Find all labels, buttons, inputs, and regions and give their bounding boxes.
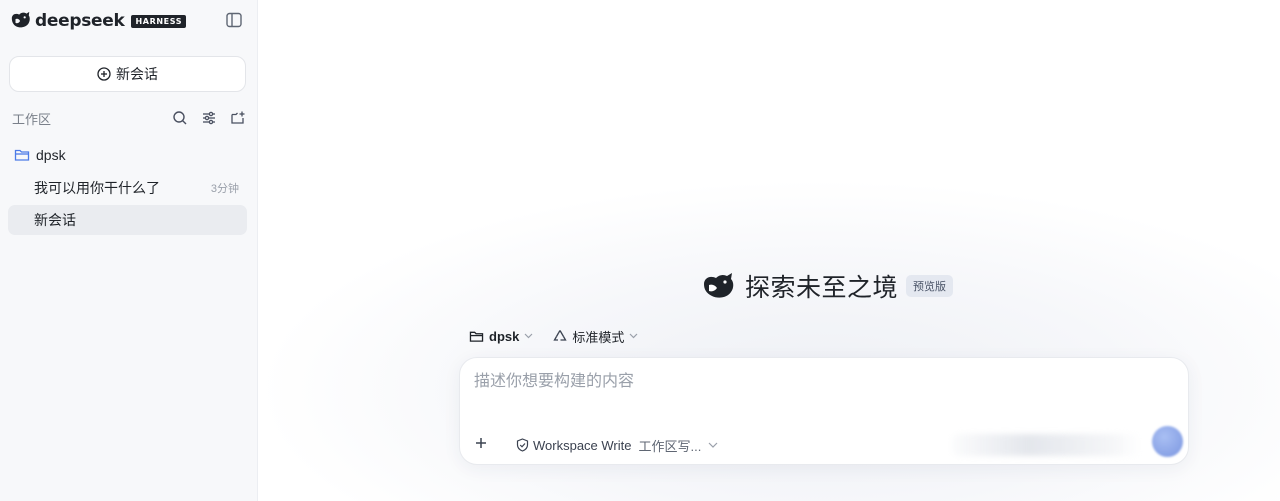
brand-logo[interactable]: deepseek HARNESS — [10, 8, 187, 34]
brand-badge: HARNESS — [131, 14, 187, 28]
search-button[interactable] — [170, 108, 190, 128]
main-area: 探索未至之境 预览版 dpsk 标准模式 描述你想要构建的内容 Workspac… — [259, 0, 1280, 501]
preview-badge: 预览版 — [906, 275, 954, 297]
attach-button[interactable] — [468, 430, 494, 456]
plus-circle-icon — [97, 67, 111, 81]
send-button[interactable] — [1152, 426, 1183, 457]
recycle-icon — [553, 330, 567, 341]
session-time: 3分钟 — [210, 183, 239, 195]
workspace-header: 工作区 — [12, 108, 248, 128]
prompt-input[interactable] — [474, 370, 1074, 394]
mode-selector[interactable]: 标准模式 — [553, 327, 638, 346]
collapse-sidebar-button[interactable] — [223, 9, 245, 31]
session-item-active[interactable]: 新会话 — [8, 205, 247, 235]
project-selector[interactable]: dpsk — [469, 329, 533, 344]
filter-button[interactable] — [199, 108, 219, 128]
add-folder-button[interactable] — [228, 108, 248, 128]
whale-logo-icon — [11, 11, 30, 28]
composer: Workspace Write 工作区写... — [459, 357, 1189, 465]
chevron-down-icon — [708, 442, 718, 448]
new-chat-button[interactable]: 新会话 — [9, 56, 246, 92]
whale-logo-icon — [704, 273, 734, 298]
session-item[interactable]: 我可以用你干什么了 3分钟 — [8, 173, 247, 203]
mode-name: 标准模式 — [572, 329, 625, 345]
folder-icon — [469, 331, 484, 342]
selector-bar: dpsk 标准模式 — [469, 326, 658, 346]
sidebar: deepseek HARNESS 新会话 工作区 dpsk 我可以用你干什么了 … — [0, 0, 258, 501]
permission-desc: 工作区写... — [638, 438, 702, 454]
hero: 探索未至之境 预览版 — [702, 268, 954, 304]
folder-plus-icon — [231, 111, 245, 124]
workspace-folder[interactable]: dpsk — [14, 145, 66, 165]
blurred-toolbar — [952, 434, 1142, 456]
shield-check-icon — [516, 438, 529, 452]
search-icon — [173, 111, 187, 125]
plus-icon — [476, 438, 486, 448]
new-chat-label: 新会话 — [116, 66, 158, 82]
sidebar-toggle-icon — [226, 12, 242, 28]
permission-selector[interactable]: Workspace Write 工作区写... — [516, 435, 718, 455]
hero-title: 探索未至之境 — [745, 274, 899, 302]
session-title: 新会话 — [34, 212, 76, 228]
brand-name: deepseek — [35, 11, 125, 31]
chevron-down-icon — [629, 333, 638, 339]
folder-name: dpsk — [36, 147, 66, 163]
permission-name: Workspace Write — [533, 437, 632, 453]
folder-icon — [14, 149, 30, 161]
workspace-label: 工作区 — [12, 111, 52, 127]
chevron-down-icon — [524, 333, 533, 339]
project-name: dpsk — [489, 328, 520, 344]
sliders-icon — [203, 111, 215, 125]
session-title: 我可以用你干什么了 — [34, 180, 160, 196]
